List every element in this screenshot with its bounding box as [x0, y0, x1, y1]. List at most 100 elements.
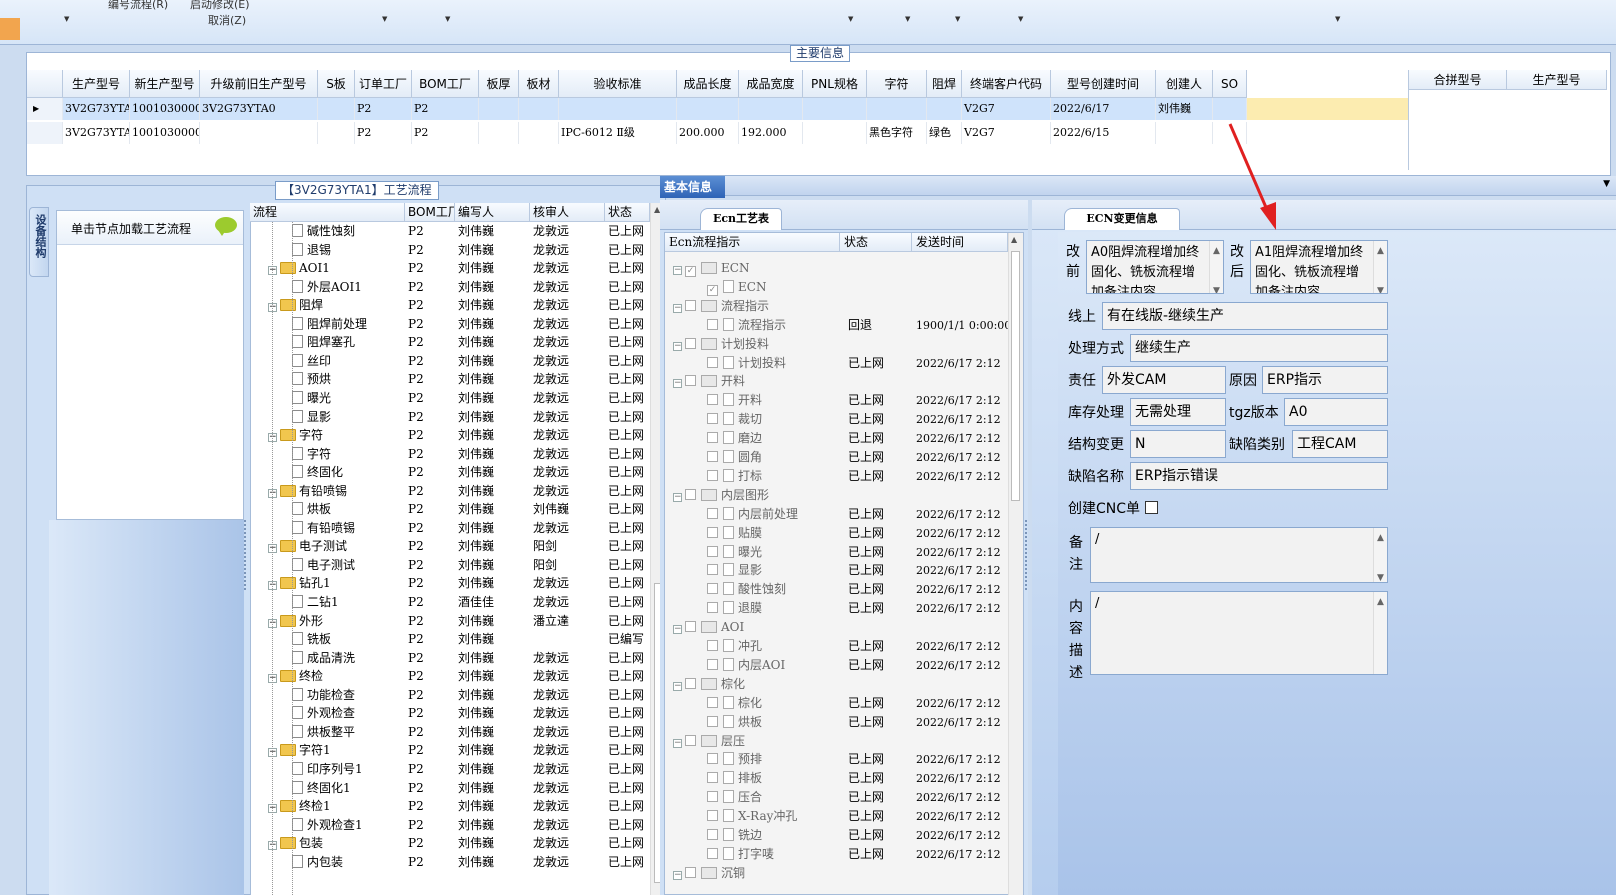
ecn-row[interactable]: 圆角 已上网 2022/6/17 2:12 [665, 448, 1008, 467]
process-row[interactable]: 烘板整平 P2 刘伟巍 龙敦远 已上网 [250, 723, 650, 742]
ecn-row[interactable]: 曝光 已上网 2022/6/17 2:12 [665, 543, 1008, 562]
main-cell[interactable] [927, 98, 962, 120]
ecn-row[interactable]: 显影 已上网 2022/6/17 2:12 [665, 561, 1008, 580]
process-row[interactable]: − 阻焊 P2 刘伟巍 龙敦远 已上网 [250, 296, 650, 315]
row-checkbox[interactable] [707, 470, 718, 481]
main-col-header[interactable]: 成品长度 [677, 70, 739, 98]
main-col-header[interactable]: 新生产型号 [130, 70, 200, 98]
main-cell[interactable] [1156, 122, 1213, 144]
process-row[interactable]: 外层AOI1 P2 刘伟巍 龙敦远 已上网 [250, 278, 650, 297]
row-checkbox[interactable] [707, 791, 718, 802]
main-col-header[interactable]: 升级前旧生产型号 [200, 70, 318, 98]
memo-scrollbar[interactable]: ▲▼ [1209, 241, 1223, 293]
ecn-row[interactable]: 内层前处理 已上网 2022/6/17 2:12 [665, 505, 1008, 524]
main-cell[interactable]: 绿色 [927, 122, 962, 144]
main-col-header[interactable]: 型号创建时间 [1051, 70, 1156, 98]
process-row[interactable]: − AOI1 P2 刘伟巍 龙敦远 已上网 [250, 259, 650, 278]
ecn-row[interactable]: − AOI [665, 618, 1008, 637]
row-checkbox[interactable] [707, 697, 718, 708]
dropdown-arrow-icon[interactable]: ▼ [955, 15, 960, 23]
splitter-handle[interactable] [1025, 520, 1030, 590]
main-cell[interactable]: P2 [412, 98, 479, 120]
ecn-col-header[interactable]: 状态 [840, 233, 912, 252]
process-row[interactable]: 外观检查 P2 刘伟巍 龙敦远 已上网 [250, 704, 650, 723]
process-row[interactable]: 阻焊前处理 P2 刘伟巍 龙敦远 已上网 [250, 315, 650, 334]
main-col-header[interactable]: SO [1213, 70, 1247, 98]
main-cell[interactable]: P2 [355, 98, 412, 120]
main-cell[interactable]: IPC-6012 Ⅱ级 [559, 122, 677, 144]
row-checkbox[interactable] [707, 394, 718, 405]
main-col-header[interactable]: 板材 [519, 70, 559, 98]
ecn-row[interactable]: 裁切 已上网 2022/6/17 2:12 [665, 410, 1008, 429]
tab-ecn-process[interactable]: Ecn工艺表 [700, 208, 782, 230]
reason-field[interactable]: ERP指示 [1262, 366, 1388, 394]
process-row[interactable]: − 字符 P2 刘伟巍 龙敦远 已上网 [250, 426, 650, 445]
ecn-row[interactable]: − 计划投料 [665, 335, 1008, 354]
ecn-row[interactable]: 冲孔 已上网 2022/6/17 2:12 [665, 637, 1008, 656]
merge-col-header[interactable]: 合拼型号 [1409, 70, 1507, 90]
process-row[interactable]: − 终检 P2 刘伟巍 龙敦远 已上网 [250, 667, 650, 686]
memo-scrollbar[interactable]: ▲▼ [1373, 592, 1387, 674]
main-cell[interactable]: 10010300003632 [130, 98, 200, 120]
main-cell[interactable]: 2022/6/17 [1051, 98, 1156, 120]
collapse-icon[interactable]: − [673, 739, 682, 748]
row-checkbox[interactable] [707, 508, 718, 519]
scroll-up-icon[interactable]: ▲ [1011, 235, 1017, 244]
main-col-header[interactable]: S板 [318, 70, 355, 98]
ecn-row[interactable]: ✓ ECN [665, 278, 1008, 297]
collapse-icon[interactable]: − [673, 682, 682, 691]
process-row[interactable]: − 有铅喷锡 P2 刘伟巍 龙敦远 已上网 [250, 482, 650, 501]
cnc-checkbox[interactable] [1145, 501, 1158, 514]
row-checkbox[interactable] [685, 621, 696, 632]
dropdown-arrow-icon[interactable]: ▼ [905, 15, 910, 23]
process-col-header[interactable]: 状态 [605, 203, 650, 222]
after-field[interactable]: A1阻焊流程增加终固化、铣板流程增加备注内容 ▲ ▼ [1250, 240, 1388, 294]
row-checkbox[interactable] [707, 413, 718, 424]
main-cell[interactable]: 10010300003632 [130, 122, 200, 144]
process-row[interactable]: − 电子测试 P2 刘伟巍 阳剑 已上网 [250, 537, 650, 556]
device-header[interactable]: 单击节点加载工艺流程 [57, 211, 243, 245]
ecn-row[interactable]: − 开料 [665, 372, 1008, 391]
dropdown-arrow-icon[interactable]: ▼ [445, 15, 450, 23]
main-col-header[interactable]: 订单工厂 [355, 70, 412, 98]
process-row[interactable]: 终固化 P2 刘伟巍 龙敦远 已上网 [250, 463, 650, 482]
tab-device-structure[interactable]: 设备结构 [29, 207, 49, 277]
ecn-scrollbar[interactable]: ▲ [1008, 233, 1023, 895]
row-checkbox[interactable] [707, 564, 718, 575]
row-checkbox[interactable] [707, 432, 718, 443]
row-checkbox[interactable] [707, 583, 718, 594]
ecn-row[interactable]: 计划投料 已上网 2022/6/17 2:12 [665, 354, 1008, 373]
ecn-row[interactable]: − ✓ ECN [665, 259, 1008, 278]
collapse-icon[interactable]: − [673, 342, 682, 351]
structure-field[interactable]: N [1130, 430, 1226, 458]
ecn-row[interactable]: − 流程指示 [665, 297, 1008, 316]
collapse-arrow-icon[interactable]: ▼ [1603, 179, 1610, 189]
row-checkbox[interactable] [707, 772, 718, 783]
collapse-icon[interactable]: − [673, 871, 682, 880]
collapse-icon[interactable]: − [673, 625, 682, 634]
dropdown-arrow-icon[interactable]: ▼ [382, 15, 387, 23]
main-col-header[interactable]: 创建人 [1156, 70, 1213, 98]
row-checkbox[interactable] [707, 716, 718, 727]
row-checkbox[interactable]: ✓ [707, 285, 718, 296]
ecn-row[interactable]: 退膜 已上网 2022/6/17 2:12 [665, 599, 1008, 618]
main-col-header[interactable]: PNL规格 [803, 70, 867, 98]
ecn-row[interactable]: 贴膜 已上网 2022/6/17 2:12 [665, 524, 1008, 543]
dropdown-arrow-icon[interactable]: ▼ [64, 15, 69, 23]
ecn-row[interactable]: 酸性蚀刻 已上网 2022/6/17 2:12 [665, 580, 1008, 599]
menu-item-modify[interactable]: 启动修改(E) [190, 0, 250, 12]
main-col-header[interactable]: BOM工厂 [412, 70, 479, 98]
memo-scrollbar[interactable]: ▲▼ [1373, 241, 1387, 293]
merge-col-header[interactable]: 生产型号 [1507, 70, 1607, 90]
ecn-row[interactable]: X-Ray冲孔 已上网 2022/6/17 2:12 [665, 807, 1008, 826]
main-cell[interactable]: 200.000 [677, 122, 739, 144]
row-checkbox[interactable] [707, 319, 718, 330]
ecn-row[interactable]: 预排 已上网 2022/6/17 2:12 [665, 750, 1008, 769]
row-checkbox[interactable] [707, 357, 718, 368]
row-checkbox[interactable] [685, 735, 696, 746]
process-row[interactable]: 二钻1 P2 酒佳佳 龙敦远 已上网 [250, 593, 650, 612]
main-cell[interactable]: 192.000 [739, 122, 803, 144]
dropdown-arrow-icon[interactable]: ▼ [848, 15, 853, 23]
process-row[interactable]: 有铅喷锡 P2 刘伟巍 龙敦远 已上网 [250, 519, 650, 538]
ecn-row[interactable]: 压合 已上网 2022/6/17 2:12 [665, 788, 1008, 807]
